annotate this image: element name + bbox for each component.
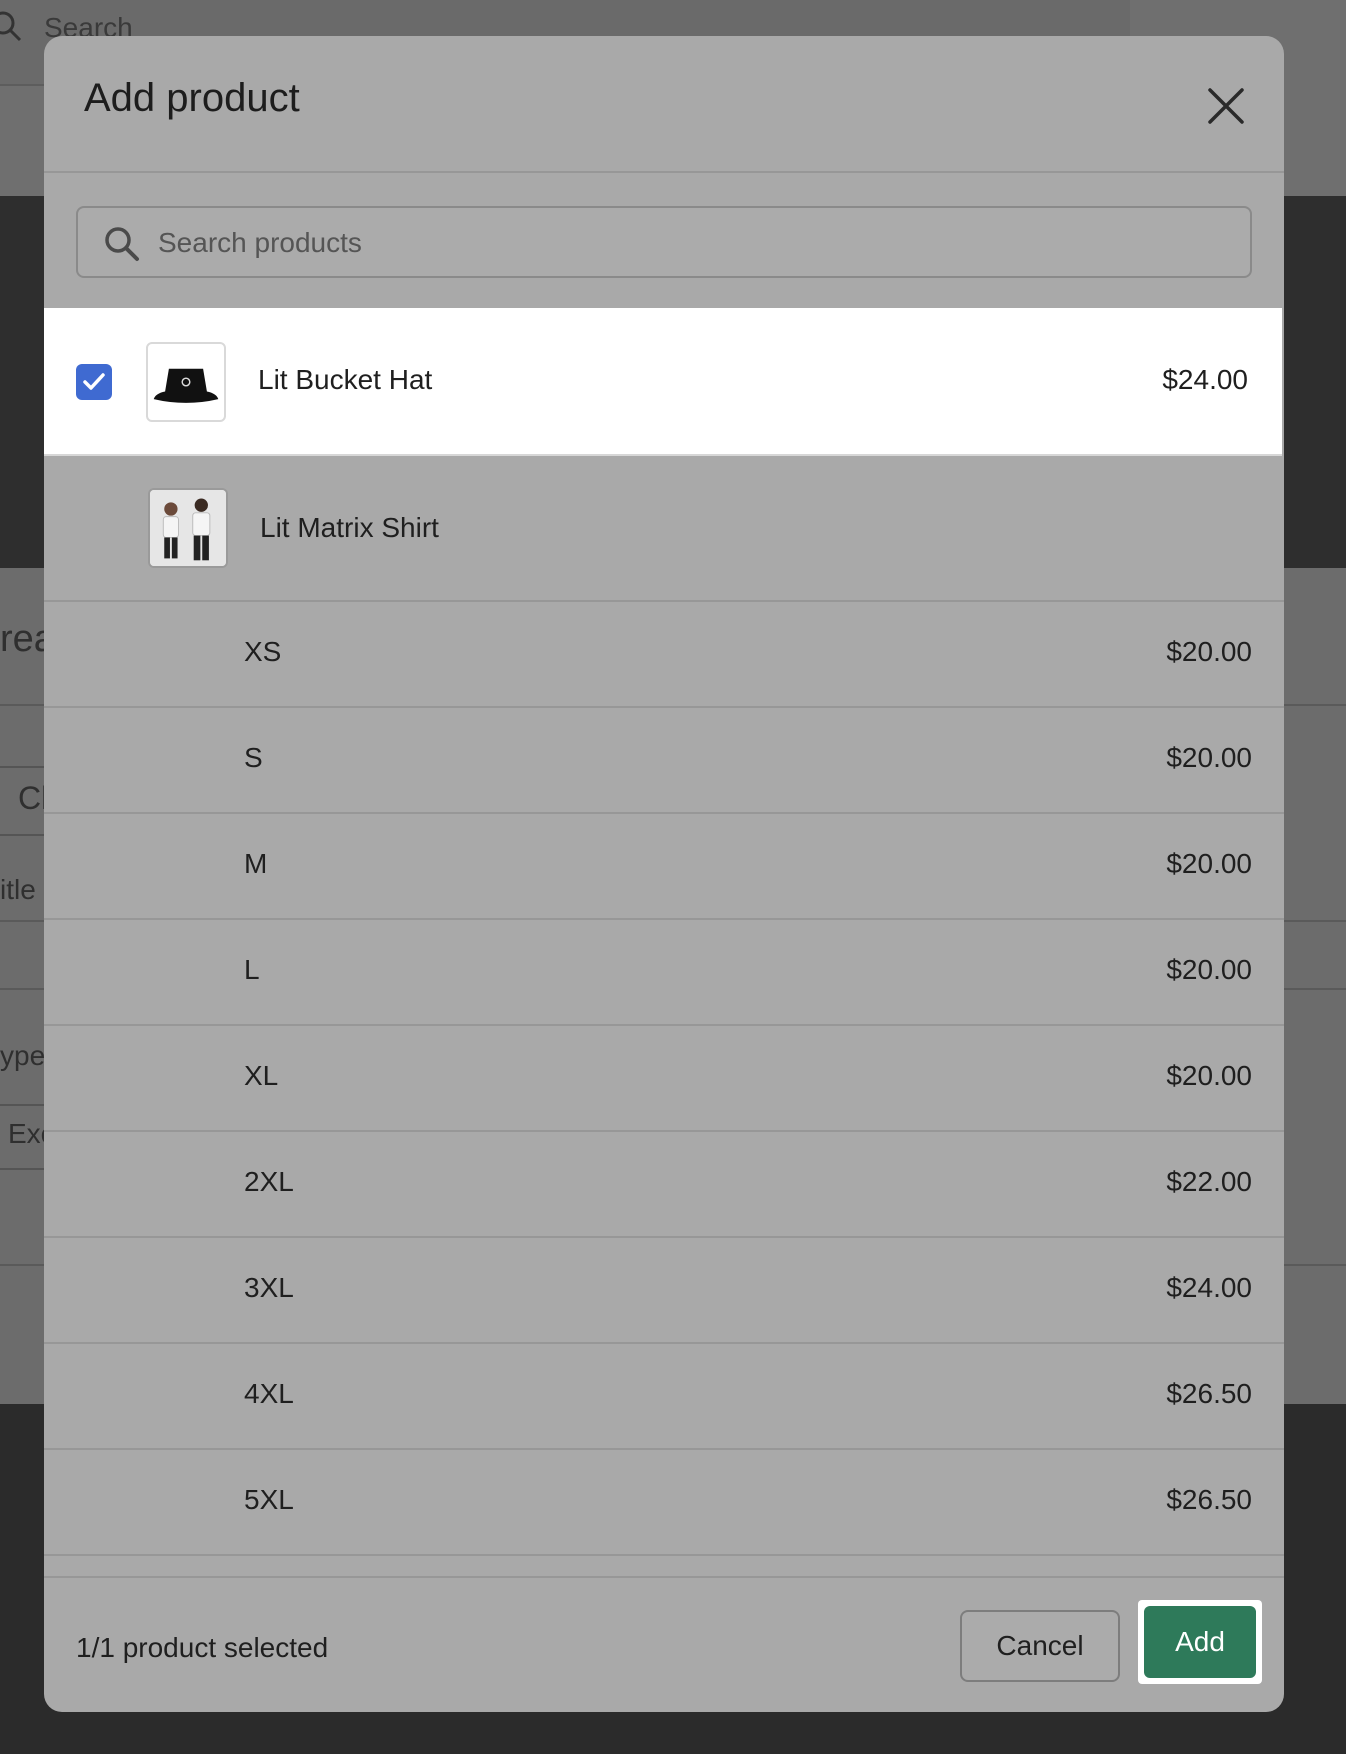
search-icon [0,11,22,42]
product-list: Lit Bucket Hat $24.00 Lit Matrix Shirt X… [44,308,1284,1598]
variant-price: $20.00 [1166,954,1252,985]
add-product-modal: Add product Lit Buc [44,36,1284,1712]
variant-row[interactable]: M $20.00 [44,814,1284,920]
modal-header: Add product [44,36,1284,173]
add-button-focus-ring: Add [1138,1600,1262,1684]
variant-size: 4XL [244,1378,294,1409]
variant-price: $20.00 [1166,848,1252,879]
variant-row[interactable]: XL $20.00 [44,1026,1284,1132]
variant-row[interactable]: XS $20.00 [44,602,1284,708]
variant-row[interactable]: 5XL $26.50 [44,1450,1284,1556]
cancel-button[interactable]: Cancel [960,1610,1120,1682]
variant-size: M [244,848,268,879]
variant-price: $24.00 [1166,1272,1252,1303]
product-name: Lit Bucket Hat [258,364,433,395]
shirt-models-image [148,488,228,568]
variant-size: S [244,742,263,773]
search-input[interactable] [158,218,1238,268]
product-row-selected[interactable]: Lit Bucket Hat $24.00 [44,308,1282,456]
background-label-fragment: ype [0,1040,46,1071]
variant-size: XL [244,1060,279,1091]
background-label-fragment: itle [0,874,36,905]
product-row[interactable]: Lit Matrix Shirt [44,456,1284,602]
variant-row[interactable]: 2XL $22.00 [44,1132,1284,1238]
variant-size: L [244,954,260,985]
variant-price: $22.00 [1166,1166,1252,1197]
search-icon [105,227,139,261]
product-name: Lit Matrix Shirt [260,512,439,543]
add-button[interactable]: Add [1144,1606,1256,1678]
checkmark-icon [83,373,105,390]
variant-size: 2XL [244,1166,294,1197]
variant-price: $26.50 [1166,1378,1252,1409]
variant-size: XS [244,636,282,667]
modal-title: Add product [84,76,300,120]
variant-price: $26.50 [1166,1484,1252,1515]
variant-price: $20.00 [1166,636,1252,667]
modal-footer: 1/1 product selected Cancel Add [44,1576,1284,1712]
variant-price: $20.00 [1166,1060,1252,1091]
variant-size: 3XL [244,1272,294,1303]
variant-row[interactable]: L $20.00 [44,920,1284,1026]
variant-row[interactable]: S $20.00 [44,708,1284,814]
close-icon[interactable] [1200,80,1252,132]
product-price: $24.00 [1162,364,1248,395]
selection-status: 1/1 product selected [76,1632,329,1663]
variant-row[interactable]: 4XL $26.50 [44,1344,1284,1450]
search-products-field[interactable] [76,206,1252,278]
variant-price: $20.00 [1166,742,1252,773]
bucket-hat-image [146,342,226,422]
product-checkbox[interactable] [76,364,112,400]
variant-row[interactable]: 3XL $24.00 [44,1238,1284,1344]
variant-size: 5XL [244,1484,294,1515]
